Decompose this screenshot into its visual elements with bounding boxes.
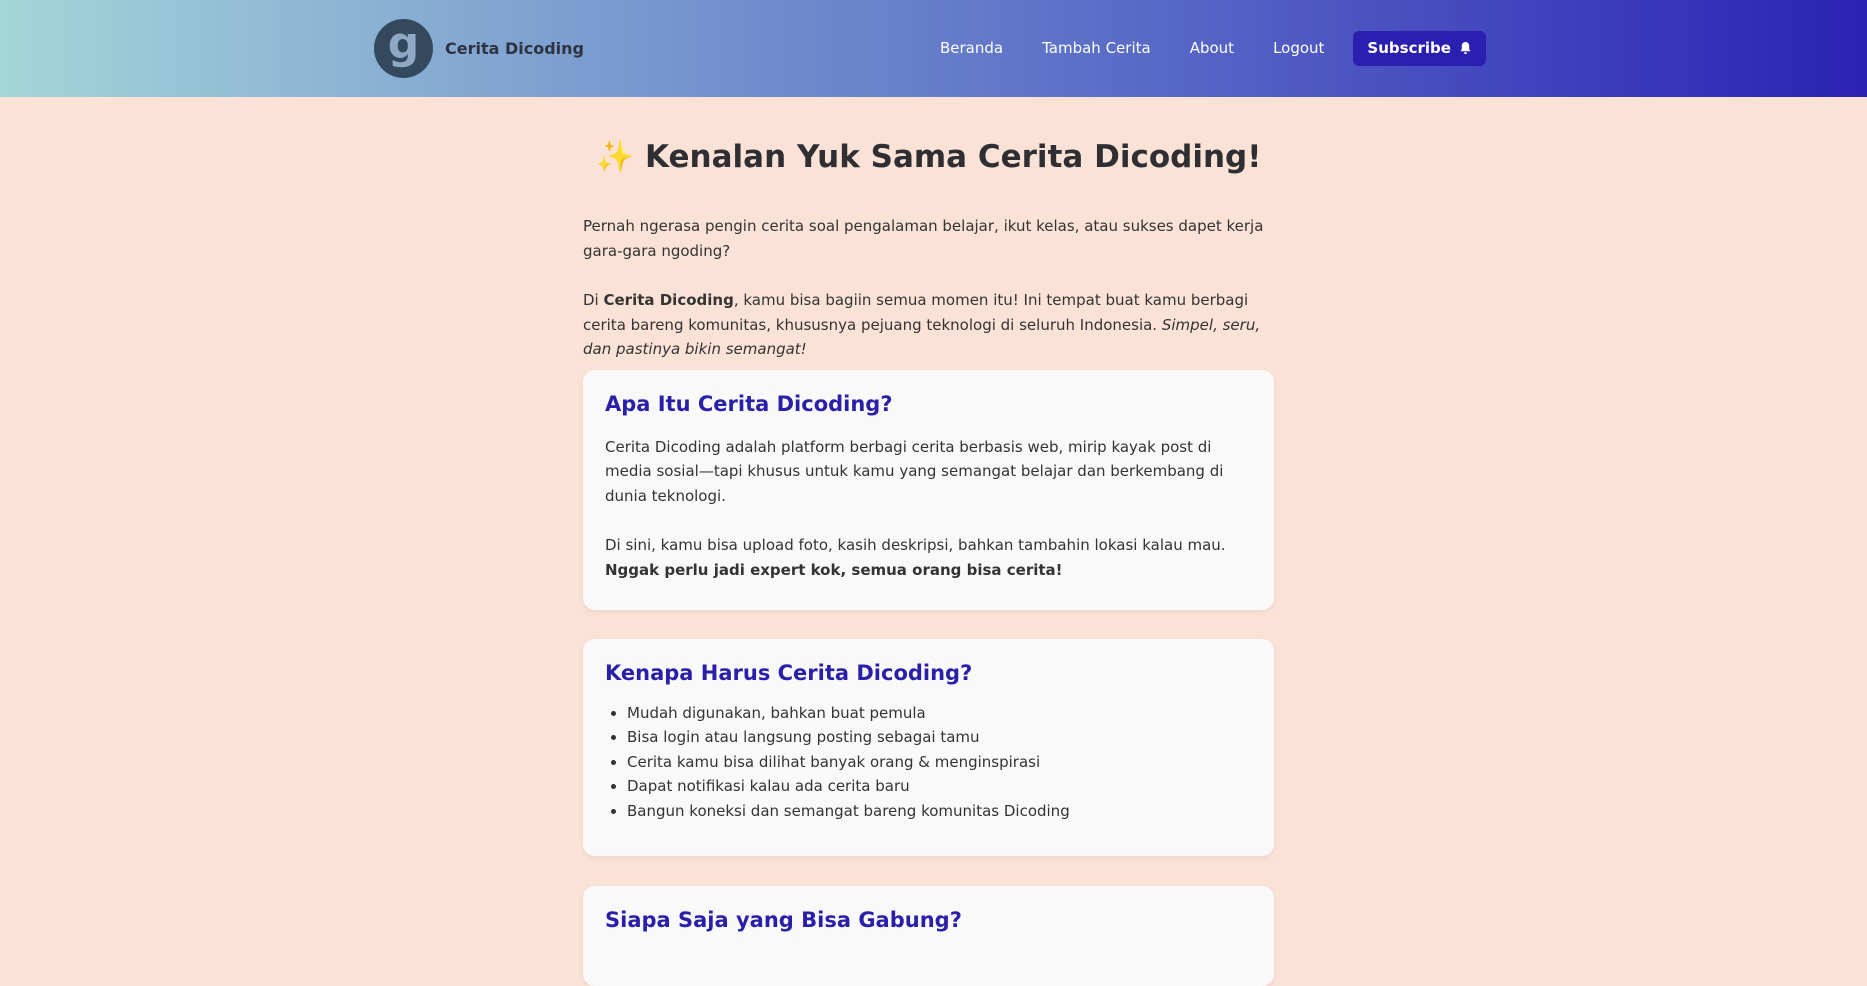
intro-paragraph-1: Pernah ngerasa pengin cerita soal pengal… [583,217,1264,260]
section-title: Kenapa Harus Cerita Dicoding? [605,660,973,685]
nav-link-tambah-cerita[interactable]: Tambah Cerita [1042,39,1151,57]
list-item: Dapat notifikasi kalau ada cerita baru [627,774,1252,799]
page-title-text: Kenalan Yuk Sama Cerita Dicoding! [645,139,1262,175]
section-card-siapa: Siapa Saja yang Bisa Gabung? [583,885,1274,986]
dicoding-logo-icon[interactable]: g [374,18,433,78]
subscribe-label: Subscribe [1367,39,1451,57]
brand-name[interactable]: Cerita Dicoding [445,39,584,58]
list-item: Cerita kamu bisa dilihat banyak orang & … [627,750,1252,775]
section-card-apa-itu: Apa Itu Cerita Dicoding? Cerita Dicoding… [583,369,1274,610]
section-paragraph-2: Di sini, kamu bisa upload foto, kasih de… [605,533,1252,582]
list-item: Bisa login atau langsung posting sebagai… [627,725,1252,750]
site-header: g Cerita Dicoding Beranda Tambah Cerita … [0,0,1867,97]
list-item: Mudah digunakan, bahkan buat pemula [627,701,1252,726]
intro-paragraph-2: Di Cerita Dicoding, kamu bisa bagiin sem… [583,288,1274,362]
brand[interactable]: g Cerita Dicoding [374,18,584,78]
list-item: Bangun koneksi dan semangat bareng komun… [627,799,1252,824]
intro-p2-bold: Cerita Dicoding [603,291,734,309]
bell-icon [1460,41,1471,54]
nav-link-logout[interactable]: Logout [1273,39,1324,57]
benefits-list: Mudah digunakan, bahkan buat pemula Bisa… [605,701,1252,824]
section-card-kenapa: Kenapa Harus Cerita Dicoding? Mudah digu… [583,638,1274,856]
section-paragraph-1: Cerita Dicoding adalah platform berbagi … [605,437,1224,505]
nav-link-about[interactable]: About [1190,39,1234,57]
subscribe-button[interactable]: Subscribe [1353,30,1486,66]
section-p2-text: Di sini, kamu bisa upload foto, kasih de… [605,536,1226,554]
sparkles-icon: ✨ [595,139,635,175]
main-nav: Beranda Tambah Cerita About Logout Subsc… [940,30,1486,66]
page-title: ✨ Kenalan Yuk Sama Cerita Dicoding! [583,138,1274,175]
intro-text: Pernah ngerasa pengin cerita soal pengal… [583,214,1274,362]
nav-link-beranda[interactable]: Beranda [940,39,1003,57]
section-p2-bold: Nggak perlu jadi expert kok, semua orang… [605,560,1063,579]
intro-p2-prefix: Di [583,291,604,309]
section-title: Siapa Saja yang Bisa Gabung? [605,907,962,932]
main-content: ✨ Kenalan Yuk Sama Cerita Dicoding! Pern… [583,97,1274,986]
section-title: Apa Itu Cerita Dicoding? [605,391,893,416]
